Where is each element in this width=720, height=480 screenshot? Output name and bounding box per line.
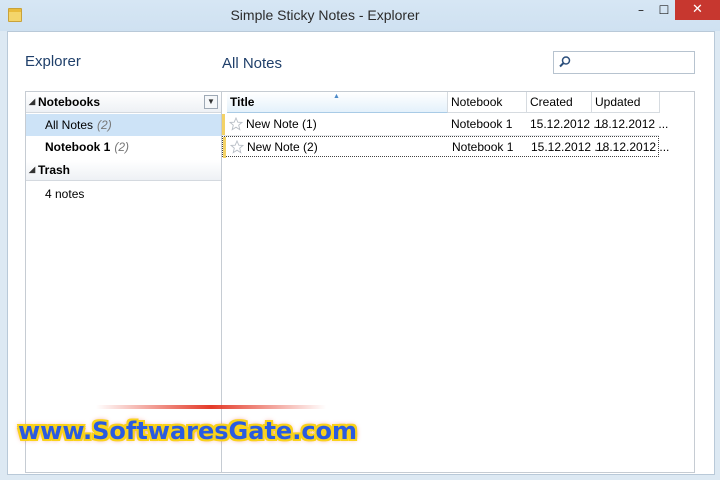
sidebar-item-label: Notebook 1 — [45, 140, 111, 154]
chevron-down-icon[interactable]: ▼ — [204, 95, 218, 109]
note-notebook: Notebook 1 — [451, 117, 513, 131]
search-input[interactable] — [553, 51, 695, 74]
sidebar-item-label: All Notes — [45, 118, 94, 132]
collapse-triangle-icon[interactable]: ◢ — [29, 160, 35, 180]
note-updated: 18.12.2012 ... — [596, 140, 670, 154]
sidebar-item-count: (2) — [97, 118, 112, 132]
column-header-label: Title — [230, 95, 255, 109]
column-header-created[interactable]: Created — [527, 92, 592, 113]
trash-info: 4 notes — [45, 187, 85, 201]
note-color-marker — [222, 114, 225, 135]
notebooks-header-label: Notebooks — [38, 95, 101, 109]
search-icon — [559, 56, 571, 68]
explorer-heading: Explorer — [25, 53, 81, 70]
column-header-label: Updated — [595, 95, 641, 109]
notebooks-sidebar: ◢ Notebooks ▼ All Notes (2) Notebook 1 (2)… — [25, 91, 222, 473]
note-notebook: Notebook 1 — [452, 140, 514, 154]
watermark-decoration — [96, 405, 326, 409]
note-color-marker — [223, 137, 226, 158]
note-title: New Note (1) — [246, 117, 317, 131]
notes-grid: ▲ Title Notebook Created Updated New Not… — [221, 91, 695, 473]
note-created: 15.12.2012 ... — [531, 140, 605, 154]
column-header-notebook[interactable]: Notebook — [448, 92, 527, 113]
trash-header-label: Trash — [38, 163, 71, 177]
title-bar: Simple Sticky Notes - Explorer – ☐ ✕ — [0, 0, 720, 31]
table-row[interactable]: New Note (1) Notebook 1 15.12.2012 ... 1… — [222, 114, 668, 136]
star-icon[interactable] — [229, 117, 243, 131]
maximize-button[interactable]: ☐ — [653, 0, 675, 20]
watermark-text: www.SoftwaresGate.com — [18, 417, 358, 445]
note-created: 15.12.2012 ... — [530, 117, 604, 131]
column-header-label: Created — [530, 95, 573, 109]
current-view-heading: All Notes — [222, 55, 283, 72]
window-title: Simple Sticky Notes - Explorer — [230, 7, 420, 23]
column-header-label: Notebook — [451, 95, 503, 109]
sort-ascending-icon: ▲ — [333, 93, 340, 100]
trash-section-header[interactable]: ◢ Trash — [26, 160, 221, 181]
collapse-triangle-icon[interactable]: ◢ — [29, 92, 35, 112]
table-row[interactable]: New Note (2) Notebook 1 15.12.2012 ... 1… — [222, 136, 669, 158]
star-icon[interactable] — [230, 140, 244, 154]
sidebar-item-count: (2) — [114, 140, 130, 154]
note-title: New Note (2) — [247, 140, 318, 154]
sidebar-item-notebook-1[interactable]: Notebook 1 (2) — [26, 136, 221, 158]
column-header-title[interactable]: ▲ Title — [227, 92, 448, 113]
column-header-updated[interactable]: Updated — [592, 92, 660, 113]
minimize-button[interactable]: – — [630, 0, 652, 20]
close-button[interactable]: ✕ — [675, 0, 720, 20]
note-updated: 18.12.2012 ... — [595, 117, 669, 131]
notebooks-section-header[interactable]: ◢ Notebooks ▼ — [26, 92, 221, 113]
sidebar-item-all-notes[interactable]: All Notes (2) — [26, 114, 221, 136]
